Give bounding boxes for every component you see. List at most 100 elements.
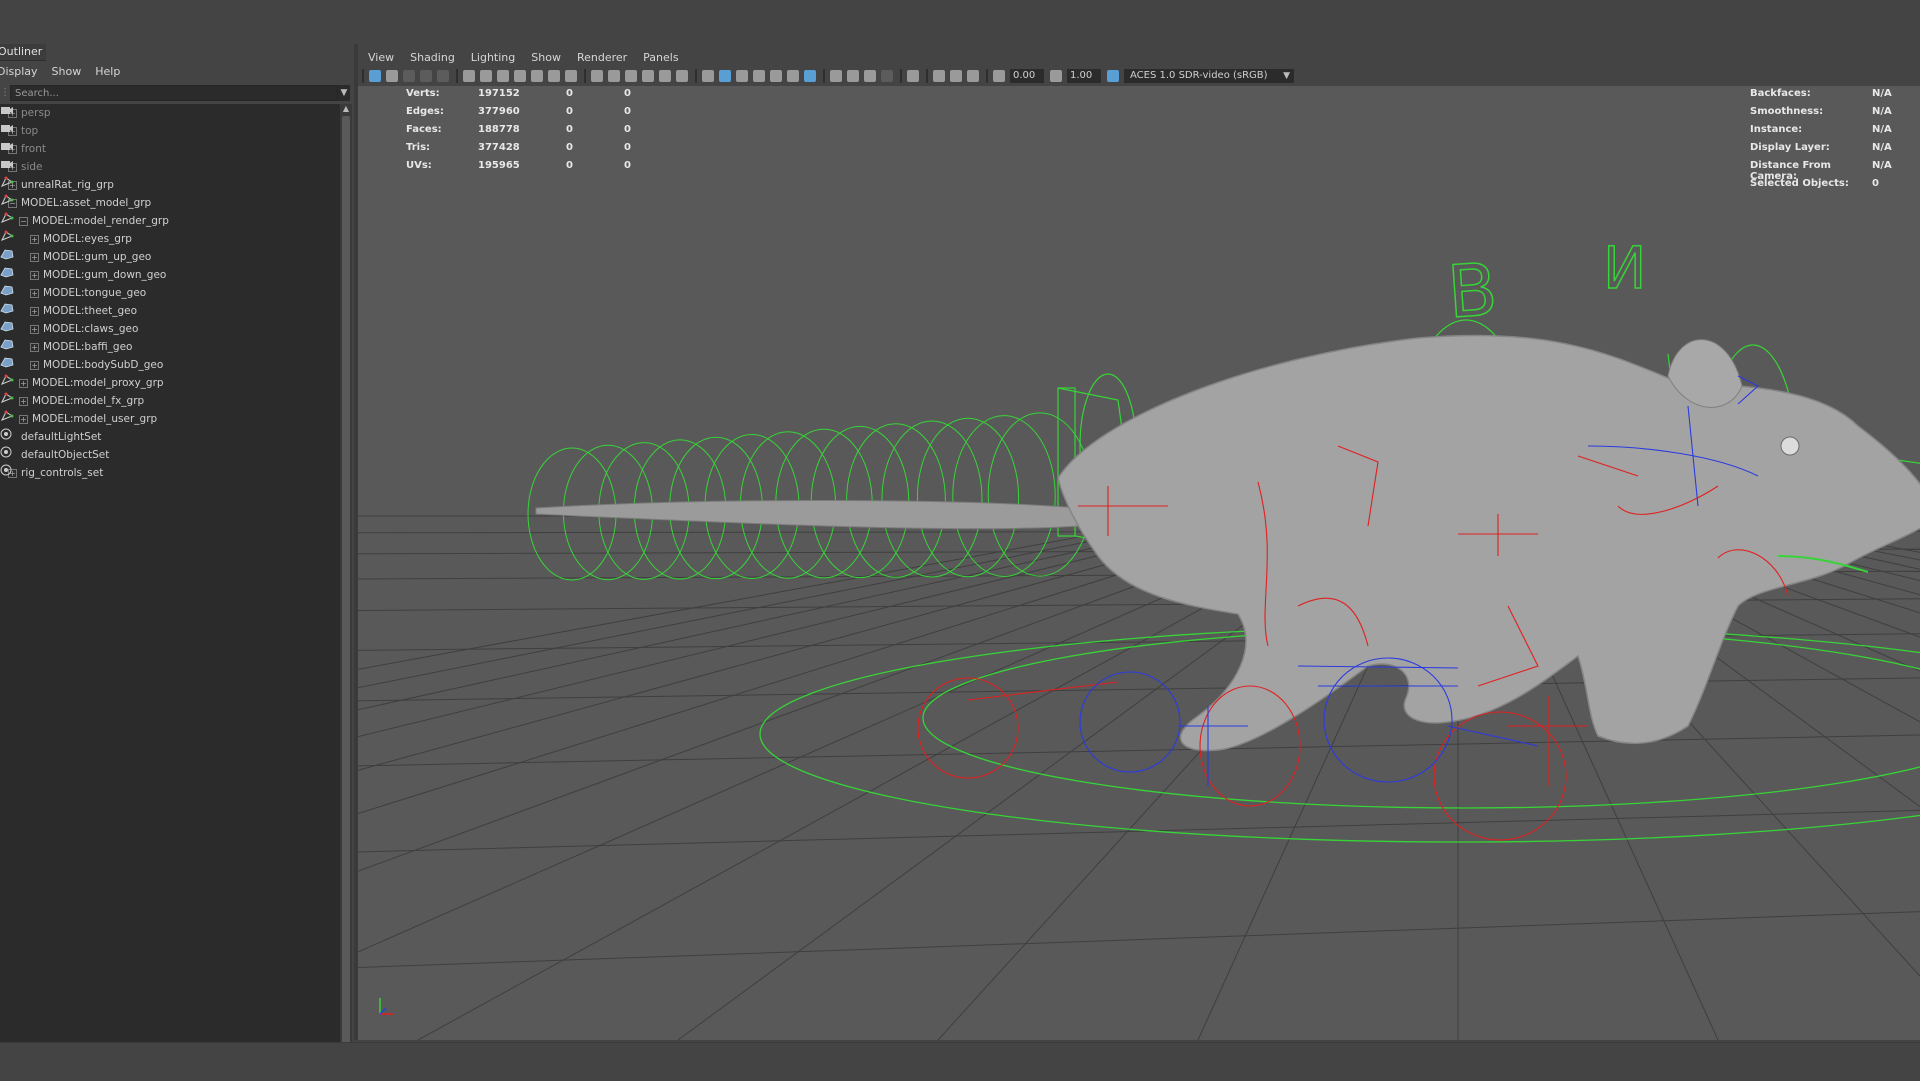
default-material-icon[interactable] bbox=[736, 70, 748, 82]
outliner-row[interactable]: +top bbox=[0, 122, 348, 140]
viewport-menu-show[interactable]: Show bbox=[531, 51, 561, 64]
tail-controls[interactable] bbox=[527, 412, 1093, 581]
motion-blur-icon[interactable] bbox=[847, 70, 859, 82]
outliner-row[interactable]: + rig_controls_set bbox=[0, 464, 348, 482]
outliner-row[interactable]: + MODEL:theet_geo bbox=[0, 302, 370, 320]
expand-icon[interactable]: + bbox=[30, 288, 39, 298]
outliner-row[interactable]: − MODEL:model_render_grp bbox=[0, 212, 359, 230]
3d-viewport[interactable]: B И Verts: 197152 0 0 Edges: 377960 0 0 … bbox=[358, 86, 1920, 1040]
camera-attributes-icon[interactable] bbox=[386, 70, 398, 82]
outliner-row[interactable]: + MODEL:gum_up_geo bbox=[0, 248, 370, 266]
scrollbar-thumb[interactable] bbox=[342, 116, 350, 1046]
outliner-row[interactable]: +persp bbox=[0, 104, 348, 122]
expand-icon[interactable]: + bbox=[30, 252, 39, 262]
outliner-row[interactable]: + MODEL:model_user_grp bbox=[0, 410, 359, 428]
expand-icon[interactable]: + bbox=[19, 378, 28, 388]
outliner-row[interactable]: +front bbox=[0, 140, 348, 158]
outliner-row[interactable]: + MODEL:gum_down_geo bbox=[0, 266, 370, 284]
textured-icon[interactable] bbox=[770, 70, 782, 82]
anti-aliasing-icon[interactable] bbox=[864, 70, 876, 82]
resolution-gate-icon[interactable] bbox=[480, 70, 492, 82]
title-frame-icon[interactable] bbox=[676, 70, 688, 82]
gate-mask-icon[interactable] bbox=[497, 70, 509, 82]
viewport-menu-lighting[interactable]: Lighting bbox=[471, 51, 515, 64]
outliner-search-input[interactable]: Search... bbox=[10, 85, 338, 101]
shadows-icon[interactable] bbox=[804, 70, 816, 82]
film-gate-icon[interactable] bbox=[463, 70, 475, 82]
select-camera-icon[interactable] bbox=[369, 70, 381, 82]
gate-frame-icon[interactable] bbox=[659, 70, 671, 82]
wireframe-icon[interactable] bbox=[702, 70, 714, 82]
scroll-up-icon[interactable]: ▲ bbox=[340, 104, 352, 114]
wireframe-on-shaded-icon[interactable] bbox=[753, 70, 765, 82]
pan-zoom-icon[interactable] bbox=[565, 70, 577, 82]
xray-joints-icon[interactable] bbox=[950, 70, 962, 82]
outliner-row[interactable]: defaultObjectSet bbox=[0, 446, 348, 464]
scene-canvas[interactable]: B И bbox=[358, 86, 1920, 1040]
color-space-value: ACES 1.0 SDR-video (sRGB) bbox=[1130, 70, 1268, 81]
expand-icon[interactable]: + bbox=[30, 360, 39, 370]
chevron-down-icon[interactable]: ▼ bbox=[338, 85, 350, 101]
gamma-field[interactable]: 1.00 bbox=[1067, 69, 1101, 83]
viewport-menu-renderer[interactable]: Renderer bbox=[577, 51, 627, 64]
hud-detail-row: Instance: N/A bbox=[1750, 124, 1912, 142]
field-chart-icon[interactable] bbox=[514, 70, 526, 82]
outliner-menu-show[interactable]: Show bbox=[52, 65, 82, 78]
control-letter-i[interactable]: И bbox=[1602, 233, 1647, 303]
viewport-menu-view[interactable]: View bbox=[368, 51, 394, 64]
control-letter-b[interactable]: B bbox=[1444, 246, 1501, 335]
color-management-icon[interactable] bbox=[1107, 70, 1119, 82]
hud-detail-row: Backfaces: N/A bbox=[1750, 88, 1912, 106]
camera-frame-icon[interactable] bbox=[625, 70, 637, 82]
film-strip-icon[interactable] bbox=[608, 70, 620, 82]
expand-icon[interactable]: + bbox=[30, 342, 39, 352]
expand-icon[interactable]: + bbox=[30, 270, 39, 280]
use-lights-icon[interactable] bbox=[787, 70, 799, 82]
outliner-menu-help[interactable]: Help bbox=[95, 65, 120, 78]
outliner-row-label: MODEL:eyes_grp bbox=[43, 233, 132, 245]
gamma-icon[interactable] bbox=[1050, 70, 1062, 82]
rat-model[interactable] bbox=[535, 334, 1920, 752]
ambient-occlusion-icon[interactable] bbox=[830, 70, 842, 82]
smooth-shade-icon[interactable] bbox=[719, 70, 731, 82]
outliner-row[interactable]: + MODEL:model_proxy_grp bbox=[0, 374, 359, 392]
color-space-dropdown[interactable]: ACES 1.0 SDR-video (sRGB) ▼ bbox=[1124, 69, 1294, 83]
bookmark-icon[interactable] bbox=[403, 70, 415, 82]
outliner-row-label: defaultObjectSet bbox=[21, 449, 110, 461]
outliner-menu-display[interactable]: Display bbox=[0, 65, 38, 78]
backface-culling-icon[interactable] bbox=[967, 70, 979, 82]
safe-title-icon[interactable] bbox=[548, 70, 560, 82]
safe-action-icon[interactable] bbox=[531, 70, 543, 82]
safe-frame-icon[interactable] bbox=[642, 70, 654, 82]
expand-icon[interactable]: + bbox=[30, 306, 39, 316]
expand-icon[interactable]: + bbox=[30, 324, 39, 334]
isolate-select-icon[interactable] bbox=[907, 70, 919, 82]
xray-icon[interactable] bbox=[933, 70, 945, 82]
outliner-row[interactable]: + MODEL:tongue_geo bbox=[0, 284, 370, 302]
expand-icon[interactable]: + bbox=[19, 414, 28, 424]
grid-icon[interactable] bbox=[591, 70, 603, 82]
depth-of-field-icon[interactable] bbox=[881, 70, 893, 82]
expand-icon[interactable]: + bbox=[30, 234, 39, 244]
outliner-row[interactable]: + MODEL:bodySubD_geo bbox=[0, 356, 370, 374]
outliner-row[interactable]: + MODEL:eyes_grp bbox=[0, 230, 370, 248]
outliner-row[interactable]: − MODEL:asset_model_grp bbox=[0, 194, 348, 212]
outliner-row-label: MODEL:model_render_grp bbox=[32, 215, 169, 227]
expand-icon[interactable]: − bbox=[19, 216, 28, 226]
outliner-row[interactable]: + MODEL:model_fx_grp bbox=[0, 392, 359, 410]
outliner-vertical-scrollbar[interactable]: ▲ ▼ bbox=[340, 104, 352, 1062]
image-plane-icon[interactable] bbox=[420, 70, 432, 82]
outliner-row[interactable]: defaultLightSet bbox=[0, 428, 348, 446]
hud-detail-label: Selected Objects: bbox=[1750, 178, 1849, 189]
outliner-row[interactable]: + MODEL:claws_geo bbox=[0, 320, 370, 338]
exposure-icon[interactable] bbox=[993, 70, 1005, 82]
exposure-field[interactable]: 0.00 bbox=[1010, 69, 1044, 83]
outliner-row[interactable]: + MODEL:baffi_geo bbox=[0, 338, 370, 356]
outliner-row[interactable]: +side bbox=[0, 158, 348, 176]
outliner-row[interactable]: + unrealRat_rig_grp bbox=[0, 176, 348, 194]
viewport-menu-shading[interactable]: Shading bbox=[410, 51, 455, 64]
viewport-menu-panels[interactable]: Panels bbox=[643, 51, 678, 64]
grip-icon[interactable]: ⋮ bbox=[0, 84, 10, 102]
lock-camera-icon[interactable] bbox=[437, 70, 449, 82]
expand-icon[interactable]: + bbox=[19, 396, 28, 406]
